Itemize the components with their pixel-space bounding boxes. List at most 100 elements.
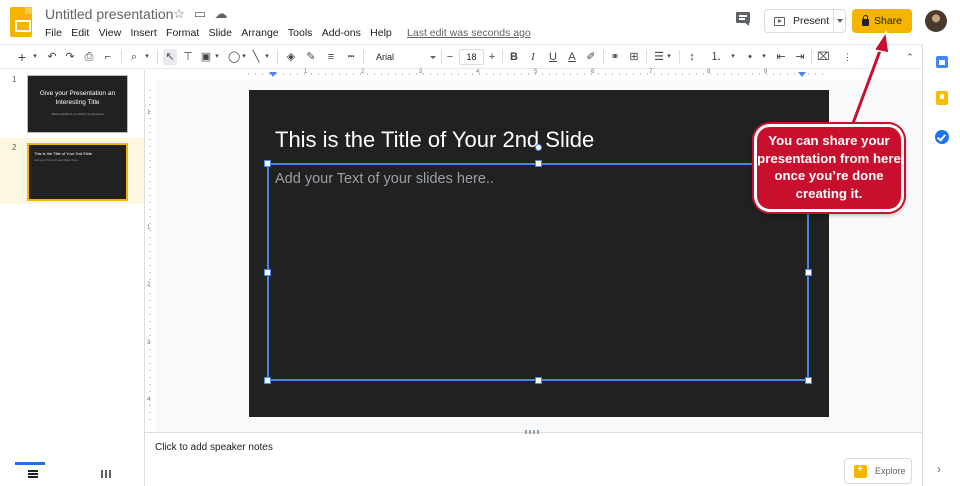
font-family-select[interactable]: Arial bbox=[370, 49, 436, 65]
slide-title[interactable]: This is the Title of Your 2nd Slide bbox=[275, 127, 594, 153]
align-dropdown-icon[interactable]: ▾ bbox=[665, 49, 673, 65]
notes-resize-grip[interactable] bbox=[525, 430, 541, 434]
slide-thumbnail-2[interactable]: This is the Title of Your 2nd Slide Add … bbox=[27, 143, 128, 201]
highlight-color-icon[interactable]: ✐ bbox=[585, 49, 597, 65]
menu-insert[interactable]: Insert bbox=[130, 27, 156, 39]
ruler-number: 2 bbox=[361, 69, 365, 75]
undo-icon[interactable]: ↶ bbox=[46, 49, 58, 65]
line-dropdown-icon[interactable]: ▾ bbox=[263, 49, 271, 65]
presentation-title[interactable]: Untitled presentation bbox=[45, 6, 173, 22]
image-dropdown-icon[interactable]: ▾ bbox=[213, 49, 221, 65]
shape-icon[interactable]: ◯ bbox=[228, 49, 240, 65]
resize-handle[interactable] bbox=[805, 269, 812, 276]
text-box-icon[interactable]: ⊤ bbox=[182, 49, 194, 65]
paint-format-icon[interactable]: ⌐ bbox=[102, 49, 114, 65]
font-size-input[interactable]: 18 bbox=[459, 49, 484, 65]
line-spacing-icon[interactable]: ↕ bbox=[686, 49, 698, 65]
more-options-icon[interactable]: ⋮ bbox=[843, 49, 852, 65]
keep-icon[interactable] bbox=[936, 91, 948, 105]
body-placeholder: Add your Text of your slides here.. bbox=[275, 171, 494, 187]
underline-icon[interactable]: U bbox=[547, 49, 559, 65]
add-comment-icon[interactable]: ⊞ bbox=[628, 49, 640, 65]
select-cursor-icon[interactable]: ↖ bbox=[163, 49, 177, 65]
menu-edit[interactable]: Edit bbox=[71, 27, 89, 39]
increase-indent-icon[interactable]: ⇥ bbox=[794, 49, 806, 65]
last-edit-link[interactable]: Last edit was seconds ago bbox=[407, 27, 531, 39]
present-button[interactable]: Present bbox=[764, 9, 834, 33]
grid-view-icon[interactable] bbox=[101, 470, 111, 478]
lock-icon bbox=[861, 14, 869, 26]
slide-thumbnail-1[interactable]: Give your Presentation an Interesting Ti… bbox=[27, 75, 128, 133]
bulleted-list-dropdown-icon[interactable]: ▾ bbox=[760, 49, 768, 65]
cloud-status-icon[interactable]: ☁ bbox=[214, 7, 228, 21]
share-button[interactable]: Share bbox=[852, 9, 912, 33]
zoom-dropdown-icon[interactable]: ▾ bbox=[143, 49, 151, 65]
thumbnail-title: Give your Presentation an Interesting Ti… bbox=[39, 90, 116, 106]
resize-handle[interactable] bbox=[805, 377, 812, 384]
calendar-icon[interactable] bbox=[936, 56, 948, 68]
toolbar: + ▾ ↶ ↷ ⎙ ⌐ ⌕ ▾ ↖ ⊤ ▣ ▾ ◯ ▾ ╲ ▾ ◈ ✎ ≡ ┅ … bbox=[0, 44, 960, 69]
new-slide-icon[interactable]: + bbox=[16, 49, 28, 65]
menu-tools[interactable]: Tools bbox=[288, 27, 313, 39]
menu-view[interactable]: View bbox=[99, 27, 122, 39]
border-weight-icon[interactable]: ≡ bbox=[325, 49, 337, 65]
filmstrip-view-icon[interactable] bbox=[28, 470, 38, 478]
decrease-font-size-icon[interactable]: − bbox=[445, 49, 455, 65]
comments-icon[interactable] bbox=[736, 12, 752, 26]
link-icon[interactable]: ⚭ bbox=[609, 49, 621, 65]
ruler-number: 7 bbox=[649, 69, 653, 75]
increase-font-size-icon[interactable]: + bbox=[487, 49, 497, 65]
align-icon[interactable]: ☰ bbox=[653, 49, 665, 65]
ruler-number: 3 bbox=[419, 69, 423, 75]
thumbnail-subtitle: Add a subtitle if you think it is import… bbox=[51, 112, 104, 116]
text-color-icon[interactable]: A bbox=[566, 49, 578, 65]
collapse-menus-icon[interactable]: ⌃ bbox=[904, 49, 916, 65]
resize-handle[interactable] bbox=[264, 269, 271, 276]
resize-handle[interactable] bbox=[535, 377, 542, 384]
tasks-icon[interactable] bbox=[935, 130, 949, 144]
present-options-dropdown[interactable] bbox=[833, 9, 846, 33]
body-text-box[interactable]: Add your Text of your slides here.. bbox=[267, 163, 809, 381]
numbered-list-dropdown-icon[interactable]: ▾ bbox=[729, 49, 737, 65]
menu-format[interactable]: Format bbox=[166, 27, 199, 39]
shape-dropdown-icon[interactable]: ▾ bbox=[240, 49, 248, 65]
fill-color-icon[interactable]: ◈ bbox=[285, 49, 297, 65]
account-avatar[interactable] bbox=[925, 10, 947, 32]
speaker-notes-input[interactable]: Click to add speaker notes bbox=[155, 442, 273, 453]
explore-button[interactable]: Explore bbox=[844, 458, 912, 484]
horizontal-ruler: 1 2 3 4 5 6 7 8 9 bbox=[248, 69, 828, 78]
image-icon[interactable]: ▣ bbox=[200, 49, 212, 65]
current-slide[interactable]: This is the Title of Your 2nd Slide Add … bbox=[249, 90, 829, 417]
expand-panel-icon[interactable]: › bbox=[937, 462, 941, 476]
border-color-icon[interactable]: ✎ bbox=[305, 49, 317, 65]
menu-file[interactable]: File bbox=[45, 27, 62, 39]
menu-arrange[interactable]: Arrange bbox=[241, 27, 278, 39]
right-indent-marker[interactable] bbox=[798, 72, 806, 77]
menu-help[interactable]: Help bbox=[370, 27, 392, 39]
line-icon[interactable]: ╲ bbox=[250, 49, 262, 65]
italic-icon[interactable]: I bbox=[527, 49, 539, 65]
bold-icon[interactable]: B bbox=[508, 49, 520, 65]
decrease-indent-icon[interactable]: ⇤ bbox=[775, 49, 787, 65]
rotate-handle[interactable] bbox=[535, 144, 542, 151]
resize-handle[interactable] bbox=[264, 160, 271, 167]
ruler-number: 1 bbox=[147, 225, 151, 231]
numbered-list-icon[interactable]: ⒈ bbox=[710, 49, 722, 65]
print-icon[interactable]: ⎙ bbox=[83, 49, 95, 65]
zoom-icon[interactable]: ⌕ bbox=[128, 49, 140, 65]
resize-handle[interactable] bbox=[535, 160, 542, 167]
clear-formatting-icon[interactable]: ⌧ bbox=[817, 49, 830, 65]
menu-add-ons[interactable]: Add-ons bbox=[322, 27, 361, 39]
resize-handle[interactable] bbox=[264, 377, 271, 384]
new-slide-dropdown-icon[interactable]: ▾ bbox=[30, 49, 40, 65]
redo-icon[interactable]: ↷ bbox=[64, 49, 76, 65]
left-indent-marker[interactable] bbox=[269, 72, 277, 77]
slides-logo-icon[interactable] bbox=[10, 7, 32, 37]
ruler-number: 1 bbox=[304, 69, 308, 75]
ruler-number: 5 bbox=[534, 69, 538, 75]
menu-slide[interactable]: Slide bbox=[209, 27, 232, 39]
bulleted-list-icon[interactable]: • bbox=[744, 49, 756, 65]
border-dash-icon[interactable]: ┅ bbox=[345, 49, 357, 65]
star-icon[interactable]: ☆ bbox=[172, 7, 186, 21]
move-folder-icon[interactable]: ▭ bbox=[193, 7, 207, 21]
